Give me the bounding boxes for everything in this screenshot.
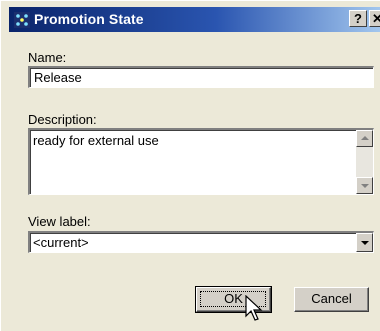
chevron-down-icon [361,241,369,245]
description-label: Description: [28,112,97,127]
view-label-dropdown-button[interactable] [356,233,373,252]
mouse-pointer-icon [245,295,263,321]
scroll-down-arrow-icon [361,184,369,188]
scroll-up-button[interactable] [356,130,373,147]
promotion-state-dialog: Promotion State ? ✕ Name: Release Descri… [0,0,380,331]
name-field-value: Release [34,70,82,85]
cancel-button-label: Cancel [311,291,352,306]
description-scrollbar[interactable] [356,130,373,194]
view-label-select[interactable]: <current> [28,231,374,253]
scroll-up-arrow-icon [361,136,369,140]
name-label: Name: [28,50,67,65]
promotion-state-icon [14,12,30,28]
cancel-button[interactable]: Cancel [294,287,369,312]
scroll-down-button[interactable] [356,177,373,194]
help-button[interactable]: ? [349,10,367,27]
view-label-label: View label: [28,214,91,229]
description-field[interactable]: ready for external use [28,128,374,195]
name-field[interactable]: Release [28,66,374,88]
window-title: Promotion State [34,11,144,27]
description-field-value: ready for external use [33,133,159,148]
close-button[interactable]: ✕ [369,10,380,27]
view-label-value: <current> [33,235,89,250]
title-bar[interactable]: Promotion State ? ✕ [9,7,380,32]
